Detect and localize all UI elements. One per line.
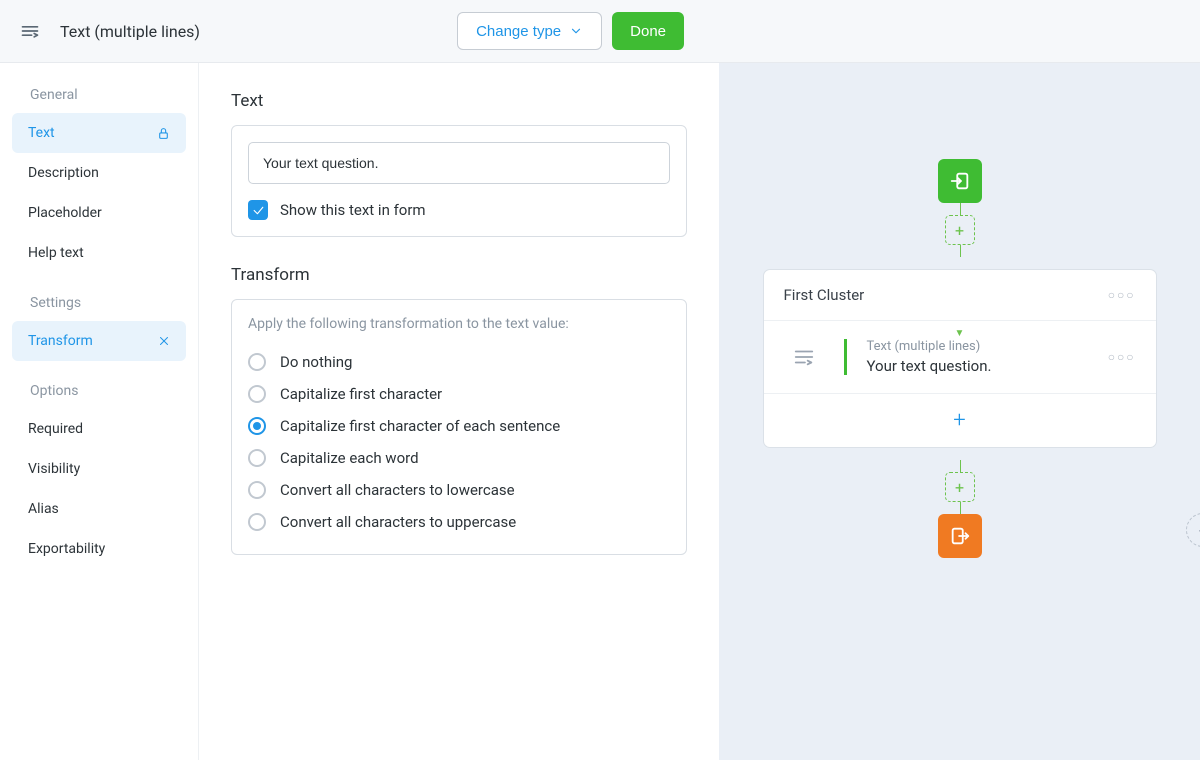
main: Text Show this text in form Transform Ap…	[199, 63, 719, 760]
sidebar-item-exportability[interactable]: Exportability	[12, 529, 186, 569]
sidebar-item-label: Alias	[28, 501, 59, 517]
cluster-add-field[interactable]: +	[764, 393, 1156, 447]
cluster-header: First Cluster ○○○	[764, 270, 1156, 320]
sidebar-item-text[interactable]: Text	[12, 113, 186, 153]
sidebar-item-label: Help text	[28, 245, 84, 261]
transform-option-cap-word[interactable]: Capitalize each word	[248, 442, 670, 474]
preview-pane: + ▼ First Cluster ○○○ Text (multiple lin…	[719, 63, 1200, 760]
radio-label: Capitalize first character of each sente…	[280, 417, 560, 435]
exit-icon	[949, 525, 971, 547]
radio-icon	[248, 449, 266, 467]
radio-label: Convert all characters to lowercase	[280, 481, 515, 499]
show-in-form-row[interactable]: Show this text in form	[248, 200, 670, 220]
text-question-input[interactable]	[248, 142, 670, 184]
plus-icon: +	[953, 408, 965, 433]
show-in-form-label: Show this text in form	[280, 201, 426, 219]
sidebar-item-label: Placeholder	[28, 205, 102, 221]
lock-icon	[157, 127, 170, 140]
sidebar: General Text Description Placeholder Hel…	[0, 63, 199, 760]
sidebar-item-label: Exportability	[28, 541, 105, 557]
transform-card: Apply the following transformation to th…	[231, 299, 687, 555]
more-icon[interactable]: ○○○	[1108, 288, 1136, 302]
header-actions: Change type Done	[457, 12, 684, 50]
sidebar-item-description[interactable]: Description	[12, 153, 186, 193]
change-type-label: Change type	[476, 23, 561, 40]
sidebar-item-visibility[interactable]: Visibility	[12, 449, 186, 489]
close-icon[interactable]	[158, 335, 170, 347]
side-add-button[interactable]: +	[1186, 513, 1200, 547]
radio-label: Capitalize first character	[280, 385, 442, 403]
radio-icon	[248, 513, 266, 531]
transform-help: Apply the following transformation to th…	[248, 316, 670, 332]
sidebar-item-label: Visibility	[28, 461, 80, 477]
show-in-form-checkbox[interactable]	[248, 200, 268, 220]
transform-option-uppercase[interactable]: Convert all characters to uppercase	[248, 506, 670, 538]
cluster-field: Text (multiple lines) Your text question…	[844, 339, 1088, 375]
transform-option-do-nothing[interactable]: Do nothing	[248, 346, 670, 378]
chevron-down-icon	[569, 24, 583, 38]
header-title: Text (multiple lines)	[60, 22, 445, 41]
flow-add-before[interactable]: +	[945, 215, 975, 245]
text-multiline-icon	[791, 346, 817, 368]
radio-icon	[248, 385, 266, 403]
text-card: Show this text in form	[231, 125, 687, 237]
radio-icon	[248, 353, 266, 371]
sidebar-item-label: Transform	[28, 333, 93, 349]
cluster-field-icon	[784, 346, 824, 368]
sidebar-item-label: Description	[28, 165, 99, 181]
radio-icon	[248, 417, 266, 435]
sidebar-item-label: Text	[28, 125, 55, 141]
more-icon[interactable]: ○○○	[1108, 350, 1136, 364]
cluster-title: First Cluster	[784, 286, 1108, 304]
flow-start-node[interactable]	[938, 159, 982, 203]
transform-option-lowercase[interactable]: Convert all characters to lowercase	[248, 474, 670, 506]
radio-label: Convert all characters to uppercase	[280, 513, 516, 531]
text-multiline-icon	[20, 21, 40, 41]
sidebar-group-options: Options	[30, 383, 186, 399]
radio-icon	[248, 481, 266, 499]
cluster-field-text: Your text question.	[867, 357, 1088, 375]
change-type-button[interactable]: Change type	[457, 12, 602, 50]
arrow-down-icon: ▼	[955, 328, 965, 339]
check-icon	[252, 204, 265, 217]
sidebar-group-settings: Settings	[30, 295, 186, 311]
cluster-field-type: Text (multiple lines)	[867, 339, 1088, 354]
sidebar-item-transform[interactable]: Transform	[12, 321, 186, 361]
section-title-transform: Transform	[231, 265, 687, 285]
done-button[interactable]: Done	[612, 12, 684, 50]
sidebar-item-label: Required	[28, 421, 83, 437]
radio-label: Capitalize each word	[280, 449, 419, 467]
sidebar-item-help-text[interactable]: Help text	[12, 233, 186, 273]
sidebar-item-alias[interactable]: Alias	[12, 489, 186, 529]
sidebar-item-required[interactable]: Required	[12, 409, 186, 449]
transform-option-cap-sentence[interactable]: Capitalize first character of each sente…	[248, 410, 670, 442]
cluster-card[interactable]: First Cluster ○○○ Text (multiple lines) …	[763, 269, 1157, 448]
header: Text (multiple lines) Change type Done	[0, 0, 1200, 63]
enter-icon	[949, 170, 971, 192]
sidebar-item-placeholder[interactable]: Placeholder	[12, 193, 186, 233]
flow-add-after[interactable]: +	[945, 472, 975, 502]
radio-label: Do nothing	[280, 353, 352, 371]
flow-end-node[interactable]	[938, 514, 982, 558]
section-title-text: Text	[231, 91, 687, 111]
transform-option-cap-first[interactable]: Capitalize first character	[248, 378, 670, 410]
sidebar-group-general: General	[30, 87, 186, 103]
